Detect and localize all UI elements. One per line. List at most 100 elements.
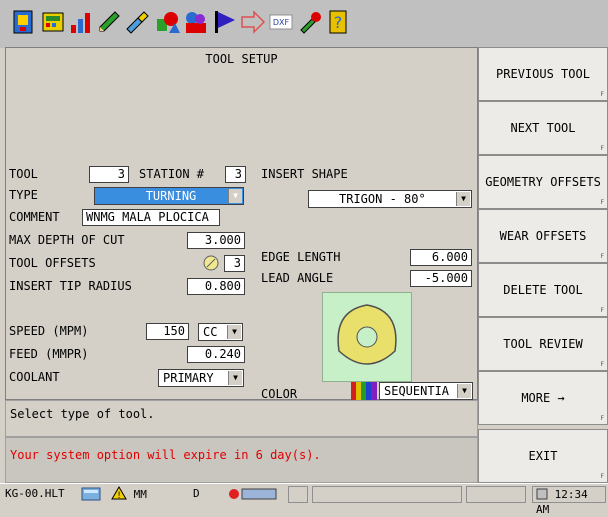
pencil-icon[interactable] xyxy=(94,6,124,38)
geometry-offsets-button[interactable]: GEOMETRY OFFSETS F xyxy=(478,155,608,209)
lead-angle-field[interactable]: -5.000 xyxy=(410,270,472,287)
units-value: MM xyxy=(133,488,147,501)
status-bar: KG-00.HLT ! MM D 12:34 AM xyxy=(0,483,608,516)
status-units: ! MM xyxy=(108,486,166,503)
tool-offsets-label: TOOL OFFSETS xyxy=(9,256,96,270)
geometry-offsets-label: GEOMETRY OFFSETS xyxy=(485,175,601,189)
chevron-down-icon[interactable]: ▼ xyxy=(228,371,242,385)
offset-lookup-icon[interactable] xyxy=(202,254,220,275)
prompt-message: Select type of tool. xyxy=(5,400,478,437)
lead-angle-label: LEAD ANGLE xyxy=(261,271,334,285)
tool-offsets-field[interactable]: 3 xyxy=(224,255,245,272)
speed-field[interactable]: 150 xyxy=(146,323,189,340)
tool-label: TOOL xyxy=(9,167,38,181)
feed-field[interactable]: 0.240 xyxy=(187,346,245,363)
chevron-down-icon[interactable]: ▼ xyxy=(227,325,241,339)
dxf-icon[interactable]: DXF xyxy=(266,6,296,38)
delete-tool-button[interactable]: DELETE TOOL F xyxy=(478,263,608,317)
tool-review-button[interactable]: TOOL REVIEW F xyxy=(478,317,608,371)
coolant-label: COOLANT xyxy=(9,370,60,384)
warning-message: Your system option will expire in 6 day(… xyxy=(5,437,478,483)
speed-unit-select[interactable]: CC ▼ xyxy=(198,323,243,341)
more-label: MORE → xyxy=(521,391,565,405)
next-tool-button[interactable]: NEXT TOOL F xyxy=(478,101,608,155)
fkey-label: F xyxy=(600,145,604,152)
insert-shape-label: INSERT SHAPE xyxy=(261,167,348,181)
status-drive: D xyxy=(193,487,200,500)
max-depth-field[interactable]: 3.000 xyxy=(187,232,245,249)
type-label: TYPE xyxy=(9,188,38,202)
previous-tool-label: PREVIOUS TOOL xyxy=(496,67,590,81)
previous-tool-button[interactable]: PREVIOUS TOOL F xyxy=(478,47,608,101)
color-select[interactable]: SEQUENTIA ▼ xyxy=(379,382,473,400)
toolbar: DXF ? xyxy=(0,0,608,48)
user-icon[interactable] xyxy=(180,6,210,38)
status-cell xyxy=(466,486,526,503)
status-cell xyxy=(312,486,462,503)
station-label: STATION # xyxy=(139,167,205,181)
fkey-label: F xyxy=(600,253,604,260)
color-swatch-icon xyxy=(351,382,377,400)
delete-tool-label: DELETE TOOL xyxy=(503,283,583,297)
type-select[interactable]: TURNING ▼ xyxy=(94,187,244,205)
fkey-label: F xyxy=(600,307,604,314)
tool-number-field[interactable]: 3 xyxy=(89,166,129,183)
coolant-value: PRIMARY xyxy=(163,371,214,385)
dxf-icon-label: DXF xyxy=(273,18,290,27)
warning-icon: ! xyxy=(111,486,127,501)
chevron-down-icon[interactable]: ▼ xyxy=(456,192,470,206)
insert-shape-value: TRIGON - 80° xyxy=(339,192,426,206)
calculator-icon[interactable] xyxy=(38,6,68,38)
clock: 12:34 AM xyxy=(532,486,606,516)
fkey-label: F xyxy=(600,361,604,368)
svg-text:?: ? xyxy=(334,13,343,32)
arrow-icon[interactable] xyxy=(238,6,268,38)
insert-shape-preview xyxy=(322,292,412,382)
brush-icon[interactable] xyxy=(122,6,152,38)
insert-tip-label: INSERT TIP RADIUS xyxy=(9,279,132,293)
svg-text:!: ! xyxy=(117,491,121,500)
page-title: TOOL SETUP xyxy=(205,52,278,66)
exit-button[interactable]: EXIT F xyxy=(478,429,608,483)
color-label: COLOR xyxy=(261,387,298,401)
station-field[interactable]: 3 xyxy=(225,166,246,183)
more-button[interactable]: MORE → F xyxy=(478,371,608,425)
shapes-icon[interactable] xyxy=(153,6,183,38)
side-button-panel: PREVIOUS TOOL F NEXT TOOL F GEOMETRY OFFSE… xyxy=(478,47,608,483)
wrench-icon[interactable] xyxy=(296,6,326,38)
chart-icon[interactable] xyxy=(66,6,96,38)
fkey-label: F xyxy=(600,91,604,98)
fkey-label: F xyxy=(600,199,604,206)
help-icon[interactable]: ? xyxy=(323,6,353,38)
color-value: SEQUENTIA xyxy=(384,384,450,398)
max-depth-label: MAX DEPTH OF CUT xyxy=(9,233,125,247)
chevron-down-icon[interactable]: ▼ xyxy=(228,189,242,203)
insert-tip-field[interactable]: 0.800 xyxy=(187,278,245,295)
flag-icon[interactable] xyxy=(210,6,240,38)
edge-length-label: EDGE LENGTH xyxy=(261,250,341,264)
tool-setup-panel: TOOL SETUP TOOL 3 STATION # 3 TYPE TURNI… xyxy=(5,47,478,401)
speed-unit-value: CC xyxy=(203,325,218,339)
coolant-select[interactable]: PRIMARY ▼ xyxy=(158,369,244,387)
comment-field[interactable]: WNMG MALA PLOCICA xyxy=(82,209,220,226)
chevron-down-icon[interactable]: ▼ xyxy=(457,384,471,398)
exit-icon[interactable] xyxy=(8,6,38,38)
comment-label: COMMENT xyxy=(9,210,60,224)
next-tool-label: NEXT TOOL xyxy=(510,121,576,135)
exit-label: EXIT xyxy=(528,449,558,463)
fkey-label: F xyxy=(600,415,604,422)
wear-offsets-button[interactable]: WEAR OFFSETS F xyxy=(478,209,608,263)
fkey-label: F xyxy=(600,473,604,480)
type-select-value: TURNING xyxy=(145,189,197,203)
wear-offsets-label: WEAR OFFSETS xyxy=(499,229,587,243)
insert-shape-select[interactable]: TRIGON - 80° ▼ xyxy=(308,190,472,208)
clock-icon xyxy=(536,488,548,500)
status-file: KG-00.HLT xyxy=(5,487,65,500)
calculator-icon[interactable] xyxy=(80,486,104,503)
keyboard-indicator[interactable] xyxy=(226,486,282,503)
feed-label: FEED (MMPR) xyxy=(9,347,89,361)
tool-review-label: TOOL REVIEW xyxy=(503,337,583,351)
edge-length-field[interactable]: 6.000 xyxy=(410,249,472,266)
status-cell xyxy=(288,486,308,503)
speed-label: SPEED (MPM) xyxy=(9,324,89,338)
